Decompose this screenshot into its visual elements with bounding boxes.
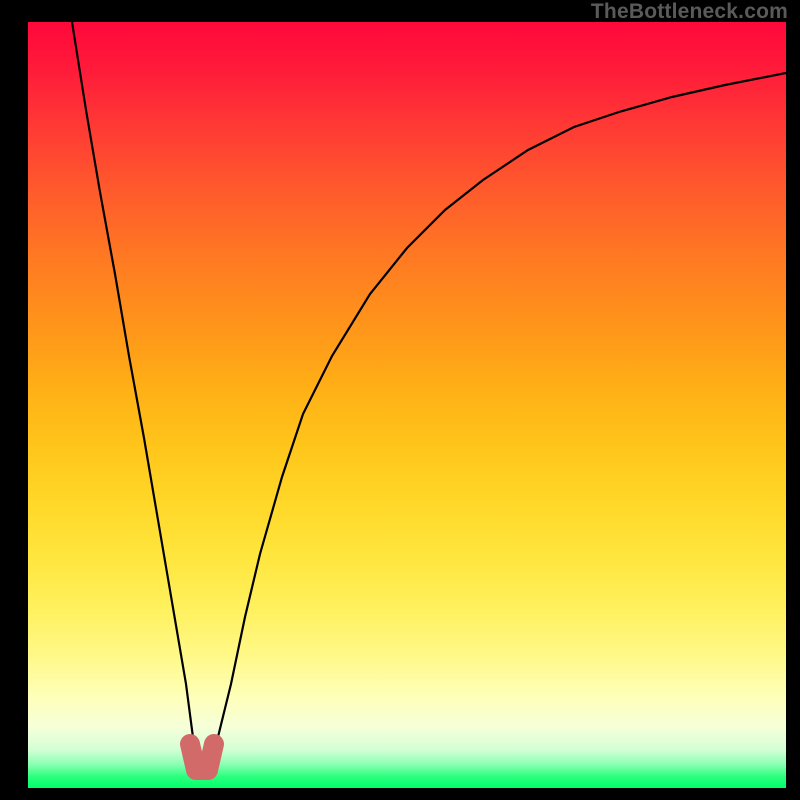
optimal-range-marker	[190, 744, 214, 770]
watermark-text: TheBottleneck.com	[591, 0, 788, 24]
plot-area	[28, 22, 786, 788]
bottleneck-curve	[28, 22, 786, 788]
curve-path	[72, 22, 786, 775]
chart-frame: TheBottleneck.com	[0, 0, 800, 800]
